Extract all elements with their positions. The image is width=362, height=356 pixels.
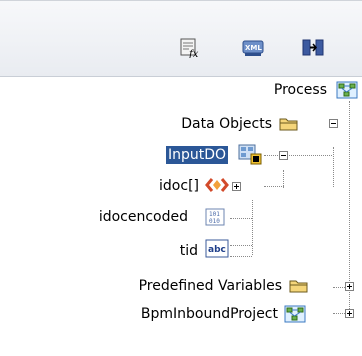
tree-node-label: InputDO	[164, 145, 230, 165]
process-icon	[336, 81, 358, 99]
variable-tree: Process Data Objects InputDO idoc[] idoc…	[0, 0, 362, 356]
tree-connector	[333, 147, 334, 187]
folder-icon	[279, 118, 298, 131]
binary-icon: 101 010	[205, 208, 225, 226]
collapse-toggle[interactable]	[279, 151, 288, 160]
collapse-toggle[interactable]	[329, 119, 338, 128]
tree-connector	[252, 200, 253, 255]
tree-node-label: Data Objects	[181, 116, 272, 132]
tree-connector	[230, 256, 252, 257]
expand-toggle[interactable]	[232, 182, 241, 191]
tree-connector	[264, 155, 332, 156]
string-icon: abc	[205, 239, 229, 258]
tree-node-label: idocencoded	[98, 209, 188, 225]
expand-toggle[interactable]	[345, 282, 354, 291]
folder-icon	[289, 280, 308, 293]
svg-text:101: 101	[209, 211, 220, 218]
expand-toggle[interactable]	[345, 309, 354, 318]
array-icon	[205, 178, 229, 192]
tree-node-label: BpmInboundProject	[140, 306, 278, 322]
tree-connector	[230, 218, 252, 219]
process-icon	[284, 305, 306, 323]
tree-node-label: Predefined Variables	[138, 278, 282, 294]
tree-node-label: Process	[273, 82, 327, 98]
tree-connector	[264, 186, 284, 187]
tree-connector	[230, 245, 252, 246]
svg-text:abc: abc	[208, 245, 226, 255]
svg-text:010: 010	[209, 218, 220, 225]
data-object-icon	[238, 144, 262, 165]
tree-node-label: idoc[]	[159, 178, 199, 194]
tree-node-label: tid	[179, 243, 198, 259]
